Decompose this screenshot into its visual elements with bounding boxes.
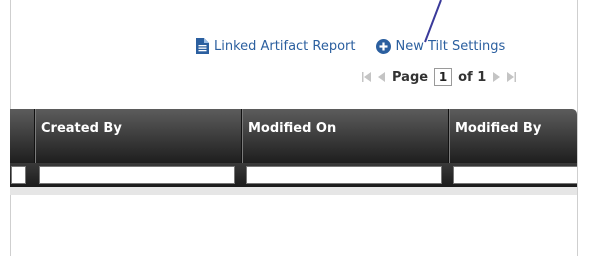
linked-artifact-report-label: Linked Artifact Report bbox=[214, 38, 356, 54]
linked-artifact-report-link[interactable]: Linked Artifact Report bbox=[196, 38, 356, 54]
column-header-partial[interactable] bbox=[10, 109, 35, 163]
last-page-icon[interactable] bbox=[506, 72, 517, 82]
column-header-modified-on[interactable]: Modified On bbox=[242, 109, 449, 163]
filter-input-created-by[interactable] bbox=[39, 166, 235, 184]
new-tilt-settings-label: New Tilt Settings bbox=[395, 38, 506, 54]
plus-circle-icon bbox=[375, 38, 391, 54]
page-label: Page bbox=[392, 69, 429, 85]
column-header-modified-by[interactable]: Modified By bbox=[449, 109, 577, 163]
document-icon bbox=[196, 38, 209, 54]
filter-input-partial[interactable] bbox=[11, 166, 26, 184]
grid-header: Created By Modified On Modified By bbox=[10, 109, 577, 163]
page-total-label: of 1 bbox=[458, 69, 487, 85]
next-page-icon[interactable] bbox=[492, 72, 501, 82]
first-page-icon[interactable] bbox=[362, 72, 372, 82]
filter-input-modified-by[interactable] bbox=[453, 166, 577, 184]
column-header-created-by[interactable]: Created By bbox=[35, 109, 242, 163]
grid-divider bbox=[10, 187, 577, 195]
column-title: Created By bbox=[41, 121, 122, 136]
column-title: Modified On bbox=[248, 121, 337, 136]
column-title: Modified By bbox=[455, 121, 542, 136]
page-number-input[interactable]: 1 bbox=[434, 68, 453, 86]
prev-page-icon[interactable] bbox=[378, 72, 386, 82]
toolbar-links: Linked Artifact Report New Tilt Settings bbox=[196, 36, 505, 56]
filter-input-modified-on[interactable] bbox=[246, 166, 442, 184]
pager: Page 1 of 1 bbox=[362, 66, 517, 88]
new-tilt-settings-link[interactable]: New Tilt Settings bbox=[375, 38, 506, 54]
